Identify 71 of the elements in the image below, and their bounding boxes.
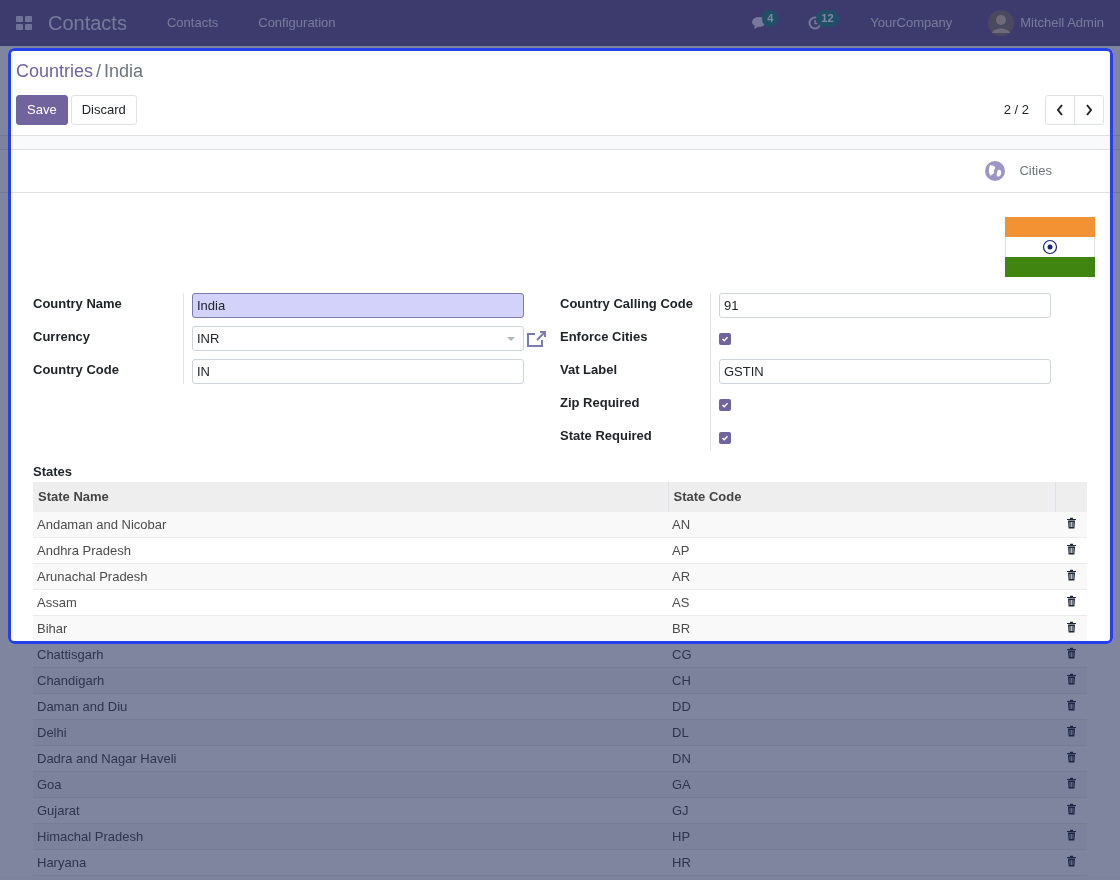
discard-button[interactable]: Discard xyxy=(70,95,137,125)
text-field[interactable]: IN xyxy=(192,359,524,384)
table-cell: AN xyxy=(668,511,1055,538)
activities-count-badge: 12 xyxy=(816,10,839,27)
table-cell: Andhra Pradesh xyxy=(33,537,668,564)
table-cell: Bihar xyxy=(33,615,668,642)
breadcrumb-current: India xyxy=(104,60,144,83)
table-cell: Dadra and Nagar Haveli xyxy=(33,745,668,772)
checkbox[interactable] xyxy=(719,398,731,411)
trash-icon[interactable] xyxy=(1065,594,1077,607)
checkmark-icon xyxy=(721,334,729,343)
table-cell: GA xyxy=(668,771,1055,798)
trash-icon[interactable] xyxy=(1065,620,1077,633)
table-cell: AR xyxy=(668,563,1055,590)
table-cell: DD xyxy=(668,693,1055,720)
field-label: Country Name xyxy=(33,295,122,313)
table-cell: Haryana xyxy=(33,849,668,876)
table-cell: CH xyxy=(668,667,1055,694)
apps-menu-icon[interactable] xyxy=(16,16,32,30)
field-label: Enforce Cities xyxy=(560,328,648,346)
table-cell: GJ xyxy=(668,797,1055,824)
clock-icon[interactable] xyxy=(808,16,823,30)
table-cell: HR xyxy=(668,849,1055,876)
checkmark-icon xyxy=(721,433,729,442)
table-cell: AS xyxy=(668,589,1055,616)
table-cell: Gujarat xyxy=(33,797,668,824)
section-title: States xyxy=(33,463,74,481)
trash-icon[interactable] xyxy=(1065,568,1077,581)
table-cell: Assam xyxy=(33,589,668,616)
globe-icon xyxy=(985,161,1006,181)
column-header[interactable]: State Name xyxy=(33,481,668,512)
table-cell: HP xyxy=(668,823,1055,850)
table-cell: Goa xyxy=(33,771,668,798)
column-header[interactable]: State Code xyxy=(668,481,1055,512)
table-cell: Chandigarh xyxy=(33,667,668,694)
table-cell: Chattisgarh xyxy=(33,641,668,668)
text-field[interactable]: GSTIN xyxy=(719,359,1051,384)
caret-icon xyxy=(507,336,515,341)
breadcrumb-separator: / xyxy=(96,60,102,83)
chevron-right-icon xyxy=(1085,104,1093,116)
pager-value: 2 / 2 xyxy=(1003,101,1029,120)
field-label: Country Code xyxy=(33,361,119,379)
checkmark-icon xyxy=(721,400,729,409)
table-cell: BR xyxy=(668,615,1055,642)
field-label: Country Calling Code xyxy=(560,295,693,313)
table-cell: DL xyxy=(668,719,1055,746)
chevron-left-icon xyxy=(1056,104,1064,116)
messages-count-badge: 4 xyxy=(762,10,779,27)
table-cell: Delhi xyxy=(33,719,668,746)
table-cell: Himachal Pradesh xyxy=(33,823,668,850)
field-label: State Required xyxy=(560,427,652,445)
currency-select[interactable]: INR xyxy=(192,326,524,351)
trash-icon[interactable] xyxy=(1065,542,1077,555)
table-cell: AP xyxy=(668,537,1055,564)
cities-button[interactable]: Cities xyxy=(985,161,1052,181)
checkbox[interactable] xyxy=(719,332,731,345)
checkbox[interactable] xyxy=(719,431,731,444)
field-label: Zip Required xyxy=(560,394,640,412)
table-cell: Daman and Diu xyxy=(33,693,668,720)
table-cell: DN xyxy=(668,745,1055,772)
breadcrumb-link[interactable]: Countries xyxy=(16,58,94,85)
field-label: Currency xyxy=(33,328,91,346)
save-button[interactable]: Save xyxy=(16,95,68,125)
table-cell: Andaman and Nicobar xyxy=(33,511,668,538)
text-field[interactable]: India xyxy=(192,293,524,318)
text-field[interactable]: 91 xyxy=(719,293,1051,318)
field-label: Vat Label xyxy=(560,361,618,379)
table-cell: Arunachal Pradesh xyxy=(33,563,668,590)
table-cell: CG xyxy=(668,641,1055,668)
trash-icon[interactable] xyxy=(1065,516,1077,529)
external-link-icon[interactable] xyxy=(526,329,546,348)
